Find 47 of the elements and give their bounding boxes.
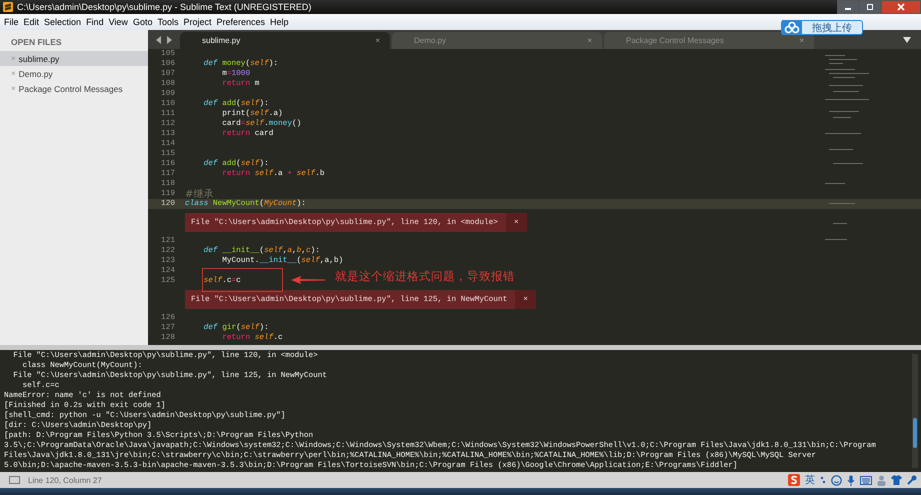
open-file-item[interactable]: × Demo.py — [0, 66, 148, 81]
open-file-item[interactable]: × sublime.py — [0, 51, 148, 66]
menu-item[interactable]: Edit — [22, 17, 44, 27]
input-method-logo-icon[interactable] — [788, 474, 800, 486]
punctuation-icon[interactable] — [820, 475, 826, 485]
close-icon — [897, 3, 905, 11]
sidebar-header: OPEN FILES — [10, 37, 63, 49]
cloud-icon — [782, 20, 802, 35]
tab-navigation-icon[interactable] — [156, 36, 172, 44]
emoji-icon[interactable] — [831, 474, 842, 486]
menu-item[interactable]: Preferences — [215, 17, 270, 27]
menu-item[interactable]: Find — [85, 17, 108, 27]
menu-item[interactable]: View — [108, 17, 132, 27]
open-file-item[interactable]: × Package Control Messages — [0, 81, 148, 96]
tab-close-icon[interactable]: × — [375, 36, 380, 45]
upload-button[interactable]: 拖拽上传 — [781, 20, 863, 35]
app-logo-icon — [3, 2, 13, 12]
maximize-icon — [866, 3, 874, 11]
menu-item[interactable]: File — [3, 17, 23, 27]
code-line: #继承 — [185, 188, 214, 200]
file-name: sublime.py — [18, 54, 60, 64]
shirt-icon[interactable] — [891, 475, 902, 485]
status-text: Line 120, Column 27 — [28, 476, 102, 484]
tab-label: Package Control Messages — [626, 36, 724, 45]
file-name: Package Control Messages — [18, 84, 123, 94]
microphone-icon[interactable] — [847, 474, 855, 486]
scrollbar[interactable] — [912, 354, 918, 468]
wrench-icon[interactable] — [907, 475, 917, 485]
close-button[interactable] — [881, 0, 921, 14]
maximize-button[interactable] — [859, 0, 881, 14]
minimize-button[interactable] — [837, 0, 859, 14]
menu-item[interactable]: Goto — [132, 17, 156, 27]
tab-label: Demo.py — [414, 36, 446, 45]
tab-label: sublime.py — [202, 36, 240, 45]
keyboard-icon[interactable] — [860, 476, 872, 484]
file-name: Demo.py — [18, 68, 53, 78]
menu-item[interactable]: Project — [182, 17, 216, 27]
window-title: C:\Users\admin\Desktop\py\sublime.py - Sublime Text (UNREGISTERED) — [17, 2, 312, 12]
input-language-toggle[interactable]: 英 — [805, 473, 815, 487]
panel-toggle-icon[interactable] — [9, 476, 20, 484]
menu-item[interactable]: Tools — [156, 17, 182, 27]
annotation-text: 就是这个缩进格式问题，导致报错 — [335, 269, 515, 284]
arrow-icon — [291, 276, 325, 284]
file-tab[interactable]: sublime.py × — [180, 32, 390, 49]
dropdown-icon[interactable] — [903, 36, 911, 42]
menu-item[interactable]: Help — [269, 17, 293, 27]
menu-item[interactable]: Selection — [43, 17, 86, 27]
